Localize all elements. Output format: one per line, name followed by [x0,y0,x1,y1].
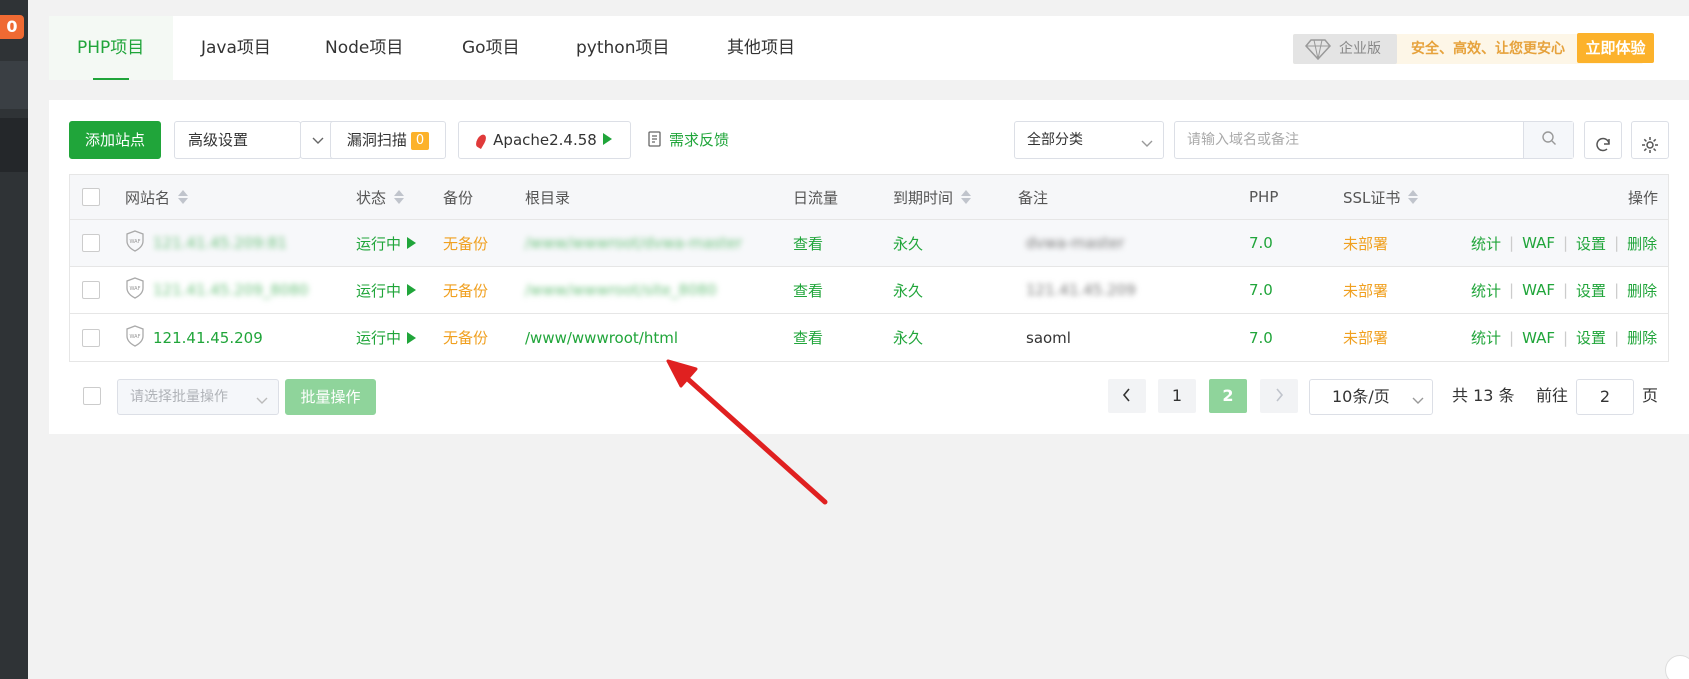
chat-bubble-icon[interactable] [1665,655,1689,679]
annotation-arrow [666,359,828,505]
